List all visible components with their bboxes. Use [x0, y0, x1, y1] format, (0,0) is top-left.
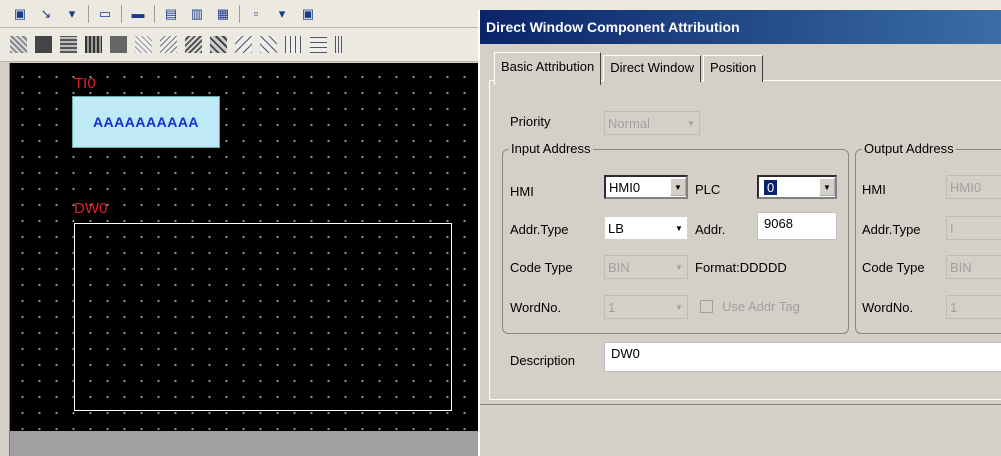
chart-table-icon[interactable]: ▦ — [213, 5, 233, 23]
chart-icon[interactable]: ▤ — [161, 5, 181, 23]
pattern-slash-icon[interactable] — [260, 36, 277, 53]
chevron-down-icon: ▼ — [675, 302, 683, 312]
dropdown-icon[interactable]: ▾ — [62, 5, 82, 23]
input-hmi-label: HMI — [510, 184, 534, 199]
attribution-dialog: Direct Window Component Attribution Basi… — [478, 10, 1001, 456]
pattern-diag-dense-icon[interactable] — [185, 36, 202, 53]
pattern-dense-icon[interactable] — [35, 36, 52, 53]
output-wordno-value: 1 — [950, 299, 958, 315]
use-addr-tag-label: Use Addr Tag — [722, 299, 800, 314]
priority-label: Priority — [510, 114, 551, 129]
frame-icon[interactable]: ▫ — [246, 5, 266, 23]
input-code-type-label: Code Type — [510, 260, 573, 275]
input-addr-type-select[interactable]: LB ▼ — [604, 216, 688, 240]
toolbar-strip — [478, 0, 1001, 10]
format-label: Format:DDDDD — [695, 260, 787, 275]
output-addr-type-value: I — [950, 220, 954, 236]
design-canvas[interactable]: TI0 AAAAAAAAAA DW0 — [10, 63, 478, 431]
toolbar-separator — [121, 4, 122, 23]
output-code-type-select[interactable]: BIN — [946, 255, 1001, 279]
pattern-backslash-icon[interactable] — [235, 36, 252, 53]
pattern-horizontal-icon[interactable] — [310, 36, 327, 53]
window-icon[interactable]: ▭ — [95, 5, 115, 23]
input-address-title: Input Address — [509, 141, 593, 156]
dw0-component[interactable] — [74, 223, 452, 411]
chevron-down-icon: ▼ — [687, 118, 695, 128]
tab-strip: Basic Attribution Direct Window Position — [494, 52, 765, 85]
toolbar-separator — [239, 4, 240, 23]
monitor-icon[interactable]: ▬ — [128, 5, 148, 23]
pattern-grid-icon[interactable] — [60, 36, 77, 53]
input-addr-field[interactable]: 9068 — [757, 212, 837, 240]
output-addr-type-label: Addr.Type — [862, 222, 921, 237]
pattern-diag-bold-icon[interactable] — [210, 36, 227, 53]
description-label: Description — [510, 353, 576, 368]
output-hmi-select[interactable]: HMI0 — [946, 175, 1001, 199]
input-code-type-select[interactable]: BIN ▼ — [604, 255, 688, 279]
pattern-toolbar — [0, 28, 478, 62]
input-wordno-select[interactable]: 1 ▼ — [604, 295, 688, 319]
output-hmi-label: HMI — [862, 182, 886, 197]
output-wordno-label: WordNo. — [862, 300, 914, 315]
canvas-bottom-area — [10, 431, 478, 456]
tab-direct-window[interactable]: Direct Window — [603, 55, 702, 82]
input-code-type-value: BIN — [608, 259, 630, 275]
panel-icon[interactable]: ▣ — [298, 5, 318, 23]
dropdown-icon[interactable]: ▾ — [272, 5, 292, 23]
input-hmi-value: HMI0 — [609, 179, 641, 195]
input-addr-label: Addr. — [695, 222, 726, 237]
pattern-solid-icon[interactable] — [110, 36, 127, 53]
chart-bar-icon[interactable]: ▥ — [187, 5, 207, 23]
tab-position[interactable]: Position — [703, 55, 764, 82]
input-wordno-value: 1 — [608, 299, 616, 315]
dialog-divider — [480, 404, 1001, 405]
input-wordno-label: WordNo. — [510, 300, 562, 315]
input-hmi-select[interactable]: HMI0 ▼ — [604, 175, 688, 199]
main-toolbar: ▣ ↘ ▾ ▭ ▬ ▤ ▥ ▦ ▫ ▾ ▣ — [0, 0, 478, 28]
canvas-left-border — [0, 63, 10, 456]
pattern-vertical-icon[interactable] — [285, 36, 302, 53]
pattern-dots-icon[interactable] — [10, 36, 27, 53]
output-wordno-select[interactable]: 1 — [946, 295, 1001, 319]
input-plc-label: PLC — [695, 182, 721, 197]
output-hmi-value: HMI0 — [950, 179, 982, 195]
chevron-down-icon: ▼ — [819, 178, 835, 196]
output-address-title: Output Address — [862, 141, 956, 156]
pattern-cross-icon[interactable] — [85, 36, 102, 53]
priority-select[interactable]: Normal ▼ — [604, 111, 700, 135]
input-plc-value: 0 — [764, 179, 778, 195]
chevron-down-icon: ▼ — [675, 262, 683, 272]
dw0-label: DW0 — [74, 200, 108, 217]
ti0-text: AAAAAAAAAA — [92, 114, 200, 130]
chevron-down-icon: ▼ — [670, 178, 686, 196]
pattern-vertical-dense-icon[interactable] — [335, 36, 343, 53]
pattern-diag-icon[interactable] — [160, 36, 177, 53]
input-addr-type-value: LB — [608, 220, 624, 236]
chevron-down-icon: ▼ — [671, 219, 687, 237]
output-code-type-label: Code Type — [862, 260, 925, 275]
input-addr-type-label: Addr.Type — [510, 222, 569, 237]
pattern-diag-light-icon[interactable] — [135, 36, 152, 53]
output-addr-type-select[interactable]: I — [946, 216, 1001, 240]
ti0-component[interactable]: AAAAAAAAAA — [72, 96, 220, 148]
use-addr-tag-checkbox[interactable] — [700, 300, 713, 313]
input-plc-select[interactable]: 0 ▼ — [757, 175, 837, 199]
ti0-label: TI0 — [74, 75, 96, 92]
dialog-title[interactable]: Direct Window Component Attribution — [480, 10, 1001, 44]
description-field[interactable]: DW0 — [604, 342, 1001, 372]
toolbar-separator — [88, 4, 89, 23]
toolbar-separator — [154, 4, 155, 23]
pointer-tool-icon[interactable]: ↘ — [36, 5, 56, 23]
priority-value: Normal — [608, 115, 650, 131]
screen-icon[interactable]: ▣ — [10, 5, 30, 23]
output-code-type-value: BIN — [950, 259, 972, 275]
tab-basic-attribution[interactable]: Basic Attribution — [494, 52, 602, 85]
